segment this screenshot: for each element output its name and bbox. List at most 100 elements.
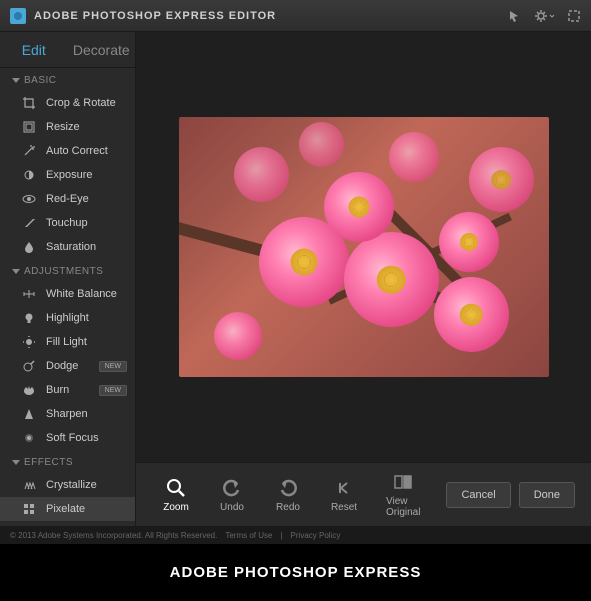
app-logo-icon: [10, 8, 26, 24]
pointer-icon[interactable]: [508, 9, 522, 23]
crystal-icon: [22, 478, 36, 492]
reset-icon: [333, 477, 355, 499]
tool-label: Redo: [276, 502, 300, 513]
tool-label: View Original: [386, 496, 420, 518]
compare-icon: [392, 471, 414, 493]
tool-crystallize[interactable]: Crystallize: [0, 473, 135, 497]
section-effects[interactable]: EFFECTS: [0, 450, 135, 473]
tool-resize[interactable]: Resize: [0, 115, 135, 139]
canvas[interactable]: [136, 32, 591, 462]
tool-pop-color[interactable]: Pop Color: [0, 521, 135, 526]
item-label: Resize: [46, 121, 80, 133]
tool-soft-focus[interactable]: Soft Focus: [0, 426, 135, 450]
tool-exposure[interactable]: Exposure: [0, 163, 135, 187]
tab-edit[interactable]: Edit: [0, 32, 68, 67]
zoom-button[interactable]: Zoom: [152, 473, 200, 517]
undo-icon: [221, 477, 243, 499]
photo-preview: [179, 117, 549, 377]
item-label: Crystallize: [46, 479, 97, 491]
brush-icon: [22, 216, 36, 230]
zoom-icon: [165, 477, 187, 499]
item-label: Crop & Rotate: [46, 97, 116, 109]
fullscreen-icon[interactable]: [567, 9, 581, 23]
crop-icon: [22, 96, 36, 110]
tool-label: Reset: [331, 502, 357, 513]
tools-panel: BASIC Crop & Rotate Resize Auto Correct …: [0, 68, 135, 526]
item-label: Exposure: [46, 169, 92, 181]
blur-icon: [22, 431, 36, 445]
tool-fill-light[interactable]: Fill Light: [0, 330, 135, 354]
title-actions: [508, 9, 581, 23]
app-title: ADOBE PHOTOSHOP EXPRESS EDITOR: [34, 10, 508, 22]
item-label: Red-Eye: [46, 193, 89, 205]
item-label: Sharpen: [46, 408, 88, 420]
bottom-toolbar: Zoom Undo Redo Reset View Original Cance…: [136, 462, 591, 526]
drop-icon: [22, 240, 36, 254]
sun-icon: [22, 335, 36, 349]
tool-dodge[interactable]: Dodge NEW: [0, 354, 135, 378]
done-button[interactable]: Done: [519, 482, 575, 508]
tool-burn[interactable]: Burn NEW: [0, 378, 135, 402]
balance-icon: [22, 287, 36, 301]
section-label: BASIC: [24, 75, 57, 86]
item-label: Burn: [46, 384, 69, 396]
item-label: Soft Focus: [46, 432, 99, 444]
item-label: Dodge: [46, 360, 78, 372]
footer: © 2013 Adobe Systems Incorporated. All R…: [0, 526, 591, 544]
tool-label: Zoom: [163, 502, 189, 513]
main-area: Edit Decorate BASIC Crop & Rotate Resize…: [0, 32, 591, 526]
tool-auto-correct[interactable]: Auto Correct: [0, 139, 135, 163]
tool-pixelate[interactable]: Pixelate: [0, 497, 135, 521]
sidebar: Edit Decorate BASIC Crop & Rotate Resize…: [0, 32, 136, 526]
item-label: Saturation: [46, 241, 96, 253]
copyright-text: © 2013 Adobe Systems Incorporated. All R…: [10, 531, 217, 540]
item-label: Highlight: [46, 312, 89, 324]
gear-icon[interactable]: [534, 9, 555, 23]
tool-sharpen[interactable]: Sharpen: [0, 402, 135, 426]
redo-button[interactable]: Redo: [264, 473, 312, 517]
chevron-down-icon: [12, 269, 20, 274]
sidebar-tabs: Edit Decorate: [0, 32, 135, 68]
privacy-link[interactable]: Privacy Policy: [291, 531, 341, 540]
page-caption: ADOBE PHOTOSHOP EXPRESS: [0, 544, 591, 601]
tool-saturation[interactable]: Saturation: [0, 235, 135, 259]
tool-red-eye[interactable]: Red-Eye: [0, 187, 135, 211]
tool-highlight[interactable]: Highlight: [0, 306, 135, 330]
content-area: Zoom Undo Redo Reset View Original Cance…: [136, 32, 591, 526]
tool-crop-rotate[interactable]: Crop & Rotate: [0, 91, 135, 115]
section-basic[interactable]: BASIC: [0, 68, 135, 91]
tool-touchup[interactable]: Touchup: [0, 211, 135, 235]
section-label: ADJUSTMENTS: [24, 266, 103, 277]
bulb-icon: [22, 311, 36, 325]
reset-button[interactable]: Reset: [320, 473, 368, 517]
pixel-icon: [22, 502, 36, 516]
wand-icon: [22, 144, 36, 158]
view-original-button[interactable]: View Original: [376, 467, 430, 522]
chevron-down-icon: [12, 460, 20, 465]
item-label: Touchup: [46, 217, 88, 229]
sharpen-icon: [22, 407, 36, 421]
chevron-down-icon: [12, 78, 20, 83]
item-label: Fill Light: [46, 336, 87, 348]
new-badge: NEW: [99, 361, 127, 372]
section-adjustments[interactable]: ADJUSTMENTS: [0, 259, 135, 282]
terms-link[interactable]: Terms of Use: [225, 531, 272, 540]
section-label: EFFECTS: [24, 457, 73, 468]
eye-icon: [22, 192, 36, 206]
exposure-icon: [22, 168, 36, 182]
cancel-button[interactable]: Cancel: [446, 482, 510, 508]
redo-icon: [277, 477, 299, 499]
item-label: Auto Correct: [46, 145, 108, 157]
tool-label: Undo: [220, 502, 244, 513]
item-label: White Balance: [46, 288, 117, 300]
tool-white-balance[interactable]: White Balance: [0, 282, 135, 306]
resize-icon: [22, 120, 36, 134]
dodge-icon: [22, 359, 36, 373]
burn-icon: [22, 383, 36, 397]
app-window: ADOBE PHOTOSHOP EXPRESS EDITOR Edit Deco…: [0, 0, 591, 544]
undo-button[interactable]: Undo: [208, 473, 256, 517]
tab-decorate[interactable]: Decorate: [68, 32, 136, 67]
item-label: Pixelate: [46, 503, 85, 515]
titlebar: ADOBE PHOTOSHOP EXPRESS EDITOR: [0, 0, 591, 32]
new-badge: NEW: [99, 385, 127, 396]
